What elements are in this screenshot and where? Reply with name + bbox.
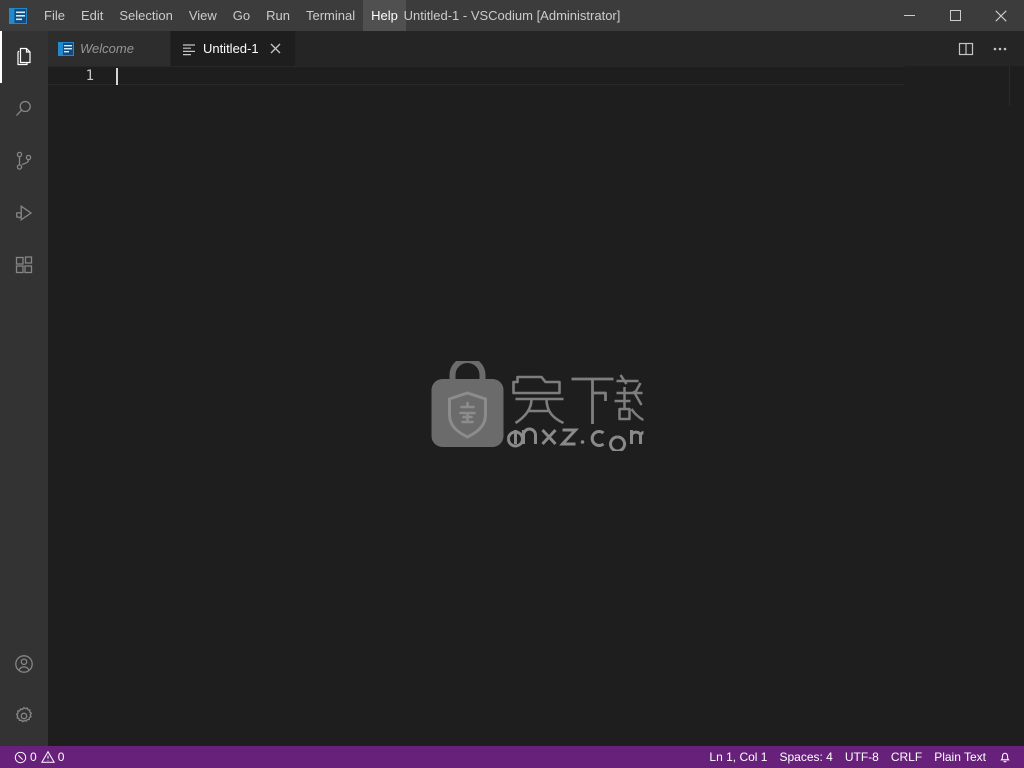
activity-bar-top-group [0, 31, 48, 291]
bell-icon [1000, 752, 1010, 763]
run-and-debug-icon [15, 204, 33, 222]
status-editor-eol[interactable]: CRLF [885, 746, 928, 768]
editor-group: Welcome Untitled-1 1 [48, 31, 1024, 746]
status-bar-right: Ln 1, Col 1 Spaces: 4 UTF-8 CRLF Plain T… [703, 746, 1024, 768]
more-actions-button[interactable] [986, 35, 1014, 63]
tab-untitled-1[interactable]: Untitled-1 [170, 31, 296, 66]
menu-item-go[interactable]: Go [225, 0, 258, 31]
editor-scrollbar[interactable] [1010, 66, 1024, 746]
vscodium-logo-icon [0, 0, 36, 31]
tab-label: Untitled-1 [202, 41, 259, 56]
status-bar: 0 0 Ln 1, Col 1 Spaces: 4 UTF-8 CRLF Pla… [0, 746, 1024, 768]
activity-bar [0, 31, 48, 746]
error-circle-icon [14, 751, 27, 763]
menu-item-file[interactable]: File [36, 0, 73, 31]
status-notifications[interactable] [992, 746, 1018, 768]
anxz-bag-shield-logo-icon [431, 361, 644, 451]
status-editor-language[interactable]: Plain Text [928, 746, 992, 768]
status-bar-left: 0 0 [0, 746, 70, 768]
status-warnings: 0 [40, 750, 65, 764]
menu-item-view[interactable]: View [181, 0, 225, 31]
split-editor-button[interactable] [952, 35, 980, 63]
minimize-button[interactable] [886, 0, 932, 31]
files-icon [17, 47, 31, 66]
menu-bar: File Edit Selection View Go Run Terminal… [36, 0, 406, 31]
activity-bar-bottom-group [0, 638, 48, 746]
maximize-icon [949, 10, 961, 21]
source-control-icon [16, 151, 32, 170]
menu-item-run[interactable]: Run [258, 0, 298, 31]
menu-item-selection[interactable]: Selection [111, 0, 180, 31]
split-editor-icon [958, 42, 974, 55]
manage-settings-button[interactable] [0, 690, 48, 742]
warning-triangle-icon [40, 750, 55, 763]
menu-item-terminal[interactable]: Terminal [298, 0, 363, 31]
status-editor-encoding[interactable]: UTF-8 [839, 746, 885, 768]
editor-actions [952, 31, 1024, 66]
minimap-slider[interactable] [1009, 66, 1010, 106]
status-editor-indentation[interactable]: Spaces: 4 [773, 746, 838, 768]
menu-item-edit[interactable]: Edit [73, 0, 111, 31]
plaintext-file-icon [181, 41, 197, 57]
account-icon [15, 655, 33, 673]
close-button[interactable] [978, 0, 1024, 31]
error-count: 0 [30, 750, 37, 764]
close-icon [995, 9, 1007, 22]
current-line-highlight [48, 66, 905, 85]
tab-close-button[interactable] [267, 40, 285, 58]
gear-icon [15, 706, 33, 723]
text-editor[interactable]: 1 [48, 66, 1024, 746]
line-number: 1 [85, 68, 94, 84]
close-icon [270, 43, 281, 54]
ellipsis-icon [993, 47, 1007, 50]
tab-list: Welcome Untitled-1 [48, 31, 296, 66]
tab-welcome[interactable]: Welcome [48, 31, 171, 66]
tab-label: Welcome [80, 41, 134, 56]
warning-count: 0 [57, 750, 65, 764]
vscodium-window: File Edit Selection View Go Run Terminal… [0, 0, 1024, 768]
extensions-icon [15, 256, 33, 274]
accounts-button[interactable] [0, 638, 48, 690]
sidebar-item-run-and-debug[interactable] [0, 187, 48, 239]
window-controls [886, 0, 1024, 31]
status-problems[interactable]: 0 0 [8, 746, 70, 768]
menu-item-help[interactable]: Help [363, 0, 406, 31]
text-cursor [116, 68, 118, 85]
sidebar-item-explorer[interactable] [0, 31, 48, 83]
title-bar: File Edit Selection View Go Run Terminal… [0, 0, 1024, 31]
search-icon [16, 100, 31, 117]
welcome-icon [58, 41, 74, 57]
status-editor-selection[interactable]: Ln 1, Col 1 [703, 746, 773, 768]
watermark-logo [429, 361, 644, 451]
editor-tab-bar: Welcome Untitled-1 [48, 31, 1024, 66]
sidebar-item-search[interactable] [0, 83, 48, 135]
sidebar-item-extensions[interactable] [0, 239, 48, 291]
workbench-body: Welcome Untitled-1 1 [0, 31, 1024, 746]
sidebar-item-source-control[interactable] [0, 135, 48, 187]
maximize-button[interactable] [932, 0, 978, 31]
minimize-icon [903, 15, 915, 16]
status-errors: 0 [14, 750, 37, 764]
